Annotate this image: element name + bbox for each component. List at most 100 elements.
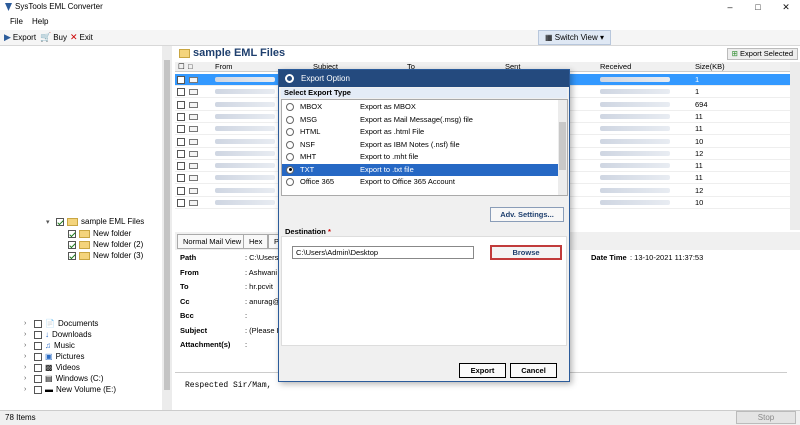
tree-windows-c[interactable]: › ▤ Windows (C:)	[24, 374, 104, 383]
tree-volume-e[interactable]: › ▬ New Volume (E:)	[24, 385, 116, 394]
tree-checkbox[interactable]	[34, 363, 42, 372]
tree-label: Videos	[55, 363, 80, 372]
close-icon[interactable]: ✕	[772, 0, 800, 15]
radio-button[interactable]	[286, 165, 294, 174]
col-size[interactable]: Size(KB)	[695, 62, 725, 71]
col-received[interactable]: Received	[600, 62, 631, 71]
export-label: Export	[12, 33, 37, 42]
row-checkbox[interactable]	[177, 149, 185, 158]
exit-button[interactable]: ✕ Exit	[70, 32, 93, 43]
scrollbar-thumb[interactable]	[164, 60, 170, 390]
select-all-checkbox[interactable]: ☐	[178, 62, 185, 71]
folder-icon	[79, 251, 90, 260]
export-option-office-365[interactable]: Office 365 Export to Office 365 Account	[282, 176, 558, 188]
tree-folder-2[interactable]: New folder (2)	[68, 240, 143, 249]
tab-hex[interactable]: Hex	[243, 234, 269, 249]
tree-videos[interactable]: › ▩ Videos	[24, 363, 80, 372]
export-selected-icon: ⊞	[731, 49, 741, 58]
radio-button[interactable]	[286, 153, 294, 161]
row-checkbox[interactable]	[177, 88, 185, 97]
export-button[interactable]: ▶ Export	[4, 32, 36, 43]
destination-path-input[interactable]: C:\Users\Admin\Desktop	[292, 246, 474, 259]
tree-documents[interactable]: › 📄 Documents	[24, 319, 98, 328]
stop-button[interactable]: Stop	[736, 411, 796, 424]
row-checkbox[interactable]	[177, 112, 185, 121]
minimize-icon[interactable]: –	[716, 0, 744, 15]
cancel-button[interactable]: Cancel	[510, 363, 557, 378]
tree-checkbox[interactable]	[34, 374, 42, 383]
export-option-txt[interactable]: TXT Export to .txt file	[282, 163, 558, 176]
row-checkbox[interactable]	[177, 100, 185, 109]
tree-folder-label: New folder	[93, 229, 132, 238]
tree-checkbox[interactable]	[34, 341, 42, 350]
redacted-cell	[215, 126, 275, 132]
option-description: Export to .txt file	[360, 164, 414, 174]
detail-value: :	[245, 311, 248, 320]
tree-checkbox[interactable]	[34, 330, 42, 339]
adv-settings-button[interactable]: Adv. Settings...	[490, 207, 564, 222]
radio-button[interactable]	[286, 140, 294, 149]
tree-checkbox[interactable]	[34, 385, 42, 394]
menu-file[interactable]: File	[10, 17, 23, 26]
row-checkbox[interactable]	[177, 199, 185, 207]
export-option-mht[interactable]: MHT Export to .mht file	[282, 151, 558, 163]
size-cell: 12	[695, 148, 704, 158]
menu-help[interactable]: Help	[32, 17, 48, 26]
expand-icon: ›	[24, 320, 27, 327]
row-checkbox[interactable]	[177, 125, 185, 134]
export-option-nsf[interactable]: NSF Export as IBM Notes (.nsf) file	[282, 139, 558, 151]
radio-button[interactable]	[286, 103, 294, 111]
tree-root[interactable]: ▾ sample EML Files	[46, 217, 144, 226]
export-list-scrollbar[interactable]	[558, 100, 567, 195]
cart-icon: 🛒	[40, 32, 52, 42]
export-option-html[interactable]: HTML Export as .html File	[282, 126, 558, 138]
window-controls: – □ ✕	[716, 0, 800, 15]
row-checkbox[interactable]	[177, 76, 185, 84]
export-option-mbox[interactable]: MBOX Export as MBOX	[282, 101, 558, 113]
tree-checkbox[interactable]	[68, 240, 76, 249]
detail-label: Attachment(s)	[180, 340, 231, 349]
row-checkbox[interactable]	[177, 186, 185, 195]
tree-checkbox[interactable]	[68, 251, 76, 260]
dialog-footer: Export Cancel	[279, 360, 569, 381]
gear-icon	[285, 74, 294, 83]
radio-button[interactable]	[286, 178, 294, 186]
tree-folder-1[interactable]: New folder	[68, 229, 131, 238]
export-selected-button[interactable]: ⊞ Export Selected	[726, 48, 798, 60]
row-checkbox[interactable]	[177, 162, 185, 171]
tree-checkbox[interactable]	[68, 229, 76, 238]
tree-checkbox[interactable]	[34, 319, 42, 328]
tree-scrollbar[interactable]	[162, 46, 172, 410]
export-option-msg[interactable]: MSG Export as Mail Message(.msg) file	[282, 114, 558, 126]
row-checkbox[interactable]	[177, 137, 185, 146]
tree-downloads[interactable]: › ↓ Downloads	[24, 330, 92, 339]
export-confirm-button[interactable]: Export	[459, 363, 506, 378]
view-icon: ▦	[545, 33, 555, 42]
row-checkbox[interactable]	[177, 174, 185, 183]
maximize-icon[interactable]: □	[744, 0, 772, 15]
switch-view-button[interactable]: ▦ Switch View ▾	[538, 30, 612, 45]
expand-icon: ›	[24, 386, 27, 393]
export-type-list: MBOX Export as MBOX MSG Export as Mail Mess…	[281, 99, 568, 196]
tree-checkbox[interactable]	[56, 217, 64, 226]
tree-folder-3[interactable]: New folder (3)	[68, 251, 143, 260]
option-description: Export to .mht file	[360, 152, 419, 161]
radio-button[interactable]	[286, 115, 294, 124]
tree-folder-label: New folder (3)	[93, 251, 144, 260]
grid-scrollbar[interactable]	[790, 62, 800, 230]
tree-music[interactable]: › ♫ Music	[24, 341, 75, 350]
tab-normal-mail-view[interactable]: Normal Mail View	[177, 234, 248, 249]
col-from[interactable]: From	[215, 62, 233, 71]
size-cell: 12	[695, 185, 704, 195]
tree-checkbox[interactable]	[34, 352, 42, 361]
buy-button[interactable]: 🛒 Buy	[40, 32, 67, 43]
scrollbar-thumb[interactable]	[559, 122, 566, 170]
detail-value: : hr.pcvit	[245, 282, 273, 291]
size-cell: 10	[695, 198, 704, 207]
mail-icon	[189, 187, 198, 194]
tree-pictures[interactable]: › ▣ Pictures	[24, 352, 84, 361]
mail-icon	[189, 89, 198, 96]
browse-button[interactable]: Browse	[490, 245, 562, 260]
expand-icon: ›	[24, 375, 27, 382]
radio-button[interactable]	[286, 128, 294, 136]
